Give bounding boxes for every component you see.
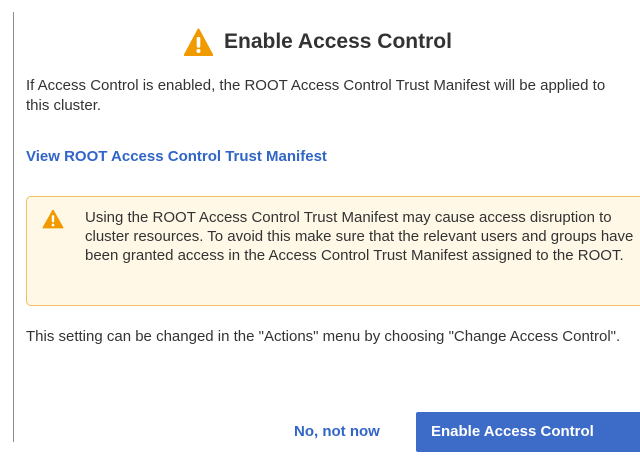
dialog-title: Enable Access Control [224, 30, 452, 53]
view-trust-manifest-link[interactable]: View ROOT Access Control Trust Manifest [26, 147, 327, 167]
enable-access-control-button[interactable]: Enable Access Control [416, 412, 640, 452]
dialog-header: Enable Access Control [183, 25, 452, 59]
access-control-intro-text: If Access Control is enabled, the ROOT A… [26, 77, 606, 114]
dialog-left-divider [13, 12, 14, 442]
actions-menu-note: This setting can be changed in the "Acti… [26, 328, 621, 345]
access-disruption-warning: Using the ROOT Access Control Trust Mani… [26, 196, 640, 306]
warning-message: Using the ROOT Access Control Trust Mani… [85, 209, 634, 264]
enable-access-control-dialog: Enable Access Control If Access Control … [0, 0, 640, 461]
warning-icon [183, 28, 214, 56]
warning-icon [42, 209, 64, 229]
no-not-now-button[interactable]: No, not now [280, 412, 394, 452]
